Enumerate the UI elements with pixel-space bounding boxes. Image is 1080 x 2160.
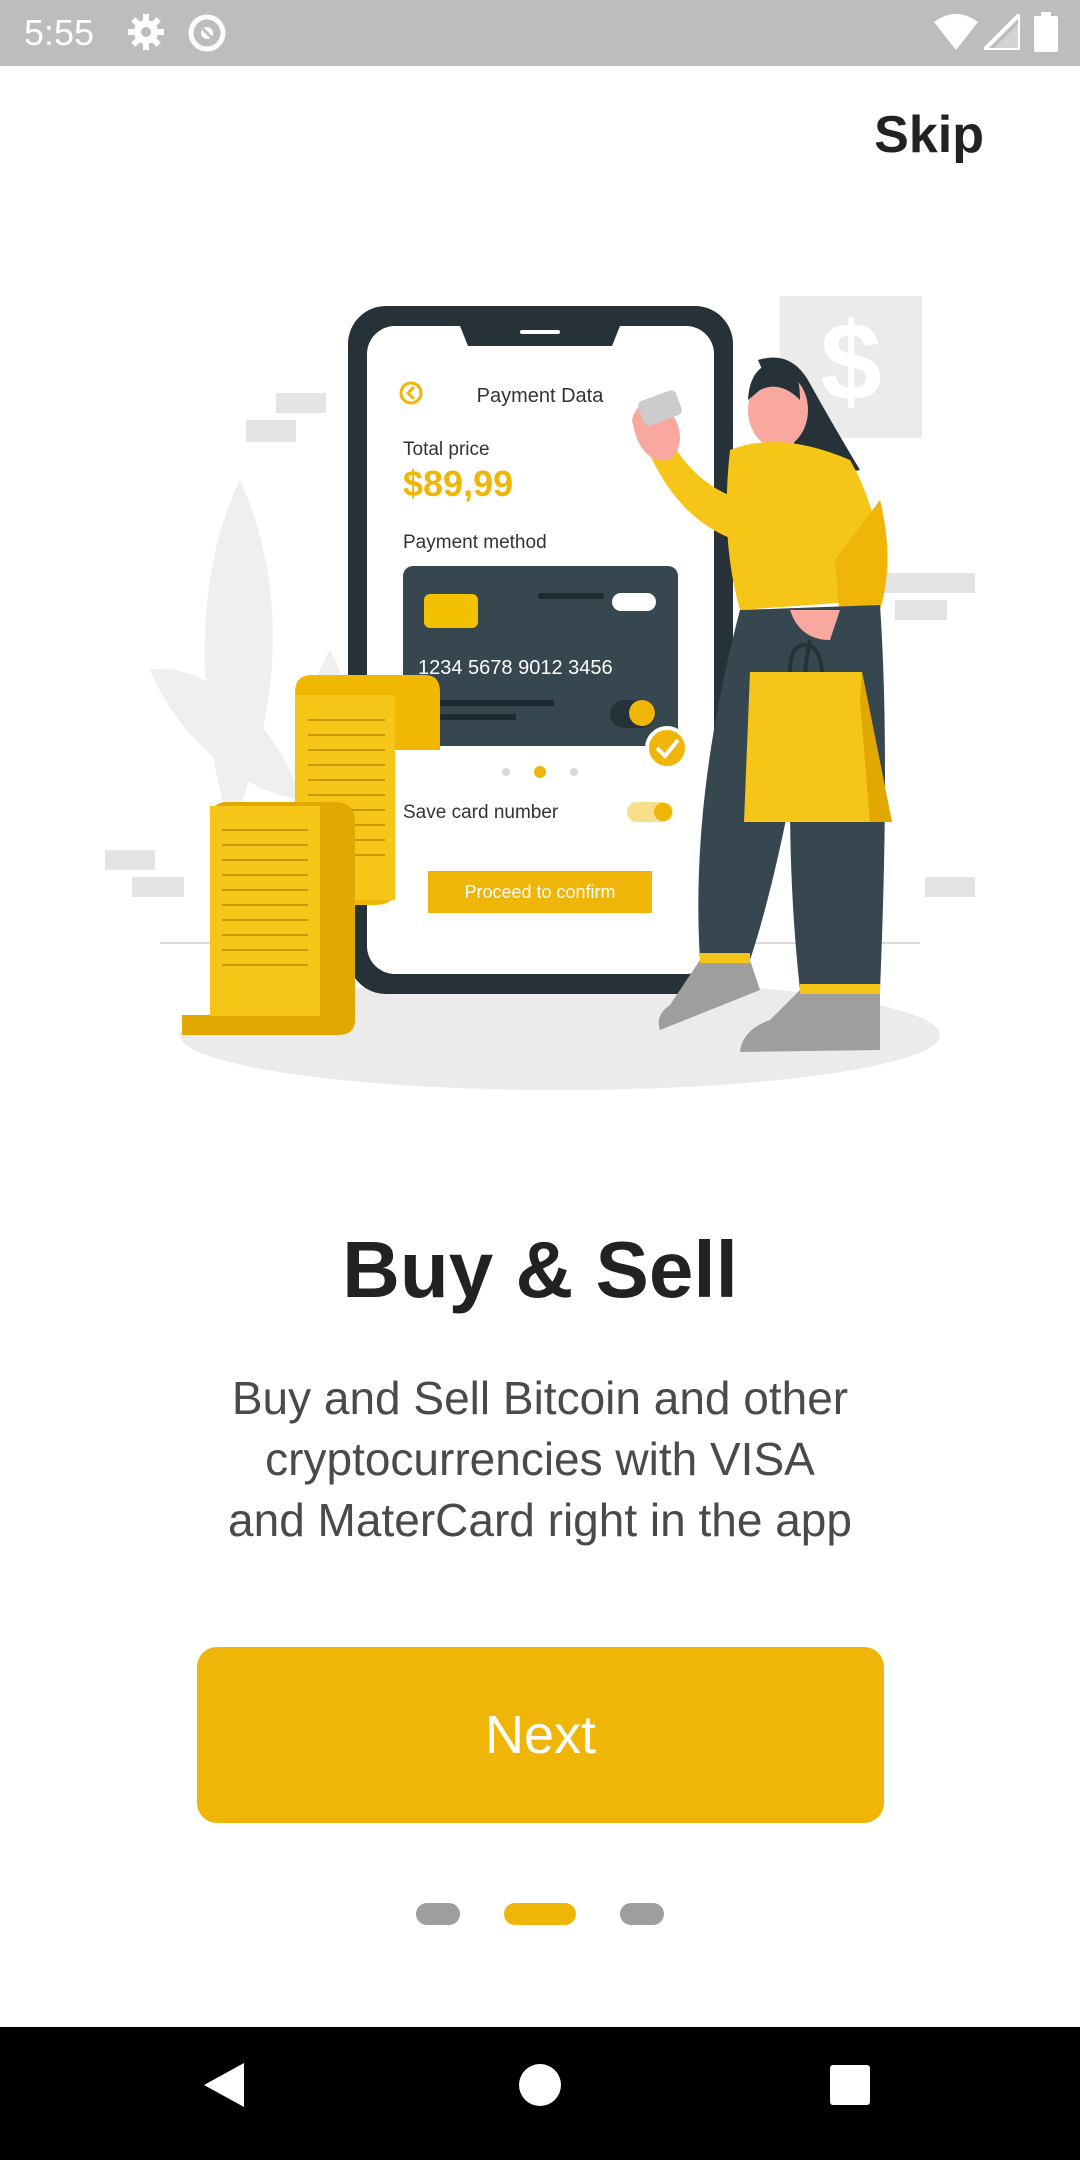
description-line: cryptocurrencies with VISA	[265, 1433, 815, 1485]
page-indicator-dot-2-active[interactable]	[504, 1903, 576, 1925]
card-number: 1234 5678 9012 3456	[418, 657, 613, 679]
onboarding-description: Buy and Sell Bitcoin and other cryptocur…	[150, 1368, 930, 1551]
back-icon[interactable]	[202, 2061, 246, 2114]
home-icon[interactable]	[518, 2063, 562, 2112]
proceed-to-confirm: Proceed to confirm	[464, 882, 615, 902]
recents-icon[interactable]	[829, 2064, 871, 2111]
status-time: 5:55	[24, 12, 95, 53]
total-price-value: $89,99	[403, 463, 513, 504]
sync-icon	[186, 12, 228, 59]
onboarding-title: Buy & Sell	[342, 1225, 738, 1314]
gear-icon	[126, 12, 166, 57]
wifi-icon	[934, 14, 978, 55]
next-button-label: Next	[484, 1705, 597, 1765]
description-line: and MaterCard right in the app	[228, 1494, 852, 1546]
signal-icon	[979, 9, 1022, 55]
page-indicator-dot-1[interactable]	[416, 1903, 460, 1925]
skip-button[interactable]: Skip	[874, 100, 984, 170]
navigation-bar	[0, 2027, 1080, 2160]
battery-icon	[1034, 12, 1058, 57]
dollar-sign: $	[820, 301, 881, 424]
total-price-label: Total price	[403, 439, 490, 460]
buy-sell-illustration: $ Payment Data Total price $89,99 Paymen…	[0, 280, 1080, 1120]
payment-method-label: Payment method	[403, 532, 547, 553]
page-indicator-dot-3[interactable]	[620, 1903, 664, 1925]
description-line: Buy and Sell Bitcoin and other	[231, 1372, 849, 1424]
payment-data-title: Payment Data	[477, 385, 605, 407]
save-card-label: Save card number	[403, 802, 559, 823]
next-button[interactable]: Next	[197, 1647, 884, 1823]
status-bar: 5:55	[0, 0, 1080, 66]
